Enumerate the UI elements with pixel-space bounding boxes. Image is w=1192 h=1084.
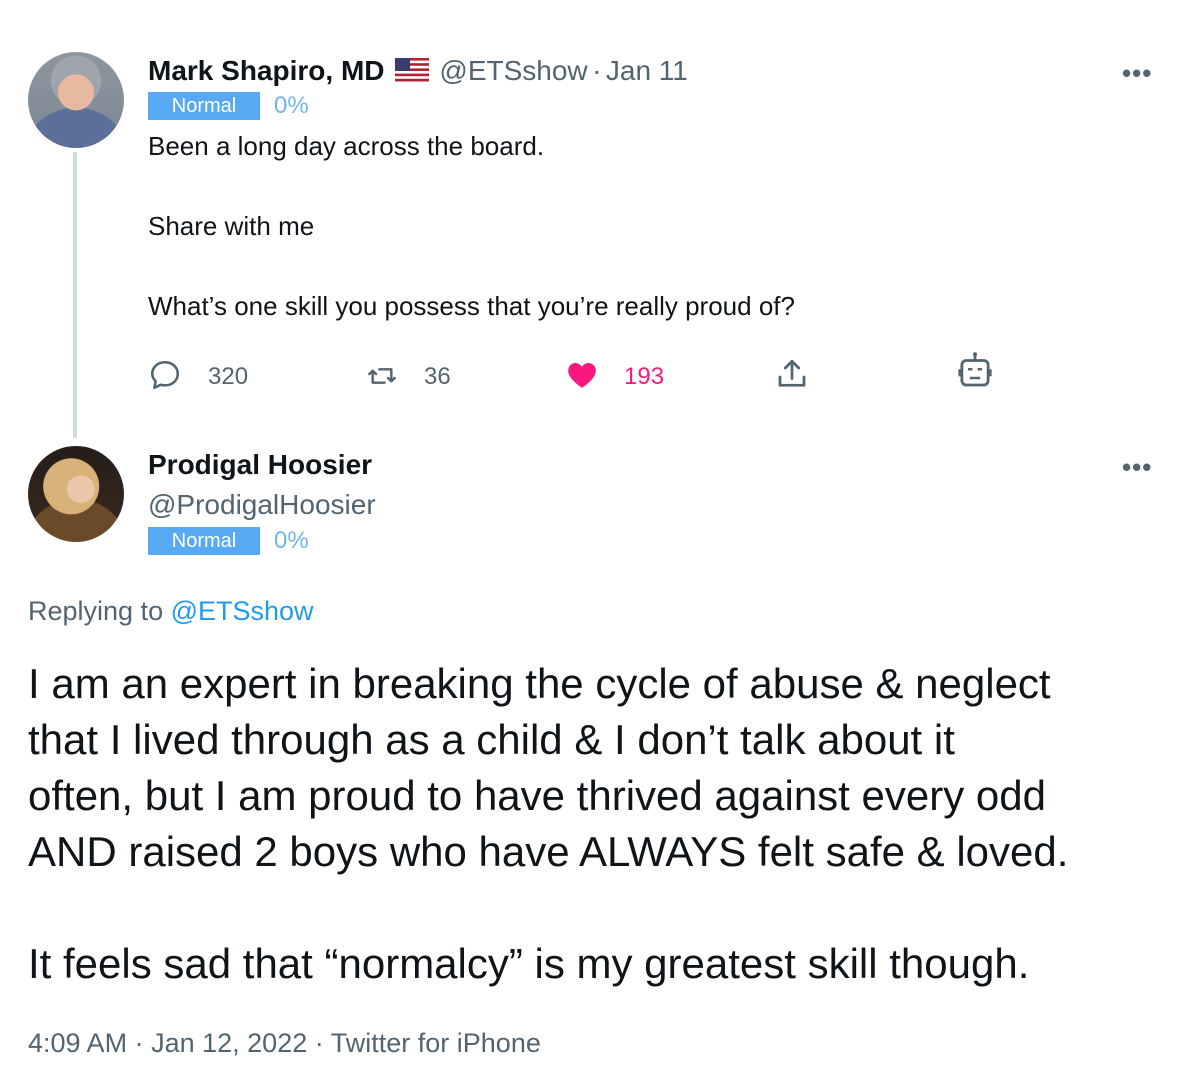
replying-prefix: Replying to <box>28 596 164 626</box>
status-badge: Normal <box>148 92 260 120</box>
more-options-icon[interactable]: ••• <box>1122 58 1152 89</box>
tweet-text-line: Been a long day across the board. <box>148 131 545 161</box>
tweet-time[interactable]: 4:09 AM <box>28 1028 127 1058</box>
tweet-date[interactable]: Jan 11 <box>606 55 688 86</box>
tweet-body-line: often, but I am proud to have thrived ag… <box>28 772 1046 819</box>
like-count: 193 <box>624 363 665 390</box>
tweet-source[interactable]: Twitter for iPhone <box>331 1028 541 1058</box>
separator-dot: · <box>314 1028 324 1058</box>
robot-button[interactable] <box>954 350 998 394</box>
thread-connector-line <box>73 152 77 438</box>
avatar[interactable] <box>28 446 124 542</box>
author-handle[interactable]: @ETSshow <box>439 55 587 86</box>
tweet-text-line: What’s one skill you possess that you’re… <box>148 291 795 321</box>
separator-dot: · <box>592 55 602 86</box>
reply-icon <box>150 360 180 390</box>
replying-to: Replying to @ETSshow <box>28 594 314 628</box>
replying-handle-link[interactable]: @ETSshow <box>171 596 314 626</box>
heart-icon <box>568 362 596 388</box>
avatar[interactable] <box>28 52 124 148</box>
like-button[interactable] <box>564 358 604 394</box>
tweet-text-line: Share with me <box>148 211 315 241</box>
more-options-icon[interactable]: ••• <box>1122 452 1152 483</box>
separator-dot: · <box>134 1028 144 1058</box>
author-name[interactable]: Prodigal Hoosier <box>148 448 372 482</box>
reply-count: 320 <box>208 363 249 390</box>
tweet-body-line: It feels sad that “normalcy” is my great… <box>28 940 1030 987</box>
share-icon <box>778 359 806 387</box>
status-badge: Normal <box>148 527 260 555</box>
tweet-body-line: I am an expert in breaking the cycle of … <box>28 660 1051 707</box>
share-button[interactable] <box>774 356 814 394</box>
percent-label: 0% <box>274 92 309 119</box>
tweet-metadata: 4:09 AM · Jan 12, 2022 · Twitter for iPh… <box>28 1026 541 1060</box>
us-flag-icon <box>394 58 429 82</box>
tweet-body-line: that I lived through as a child & I don’… <box>28 716 955 763</box>
retweet-button[interactable] <box>364 360 404 394</box>
tweet-date[interactable]: Jan 12, 2022 <box>151 1028 307 1058</box>
percent-label: 0% <box>274 527 309 554</box>
retweet-icon <box>368 368 396 384</box>
reply-button[interactable] <box>148 358 188 394</box>
author-handle[interactable]: @ProdigalHoosier <box>148 488 376 522</box>
tweet-header: Mark Shapiro, MD @ETSshow · Jan 11 <box>148 54 688 88</box>
author-name[interactable]: Mark Shapiro, MD <box>148 55 384 86</box>
tweet-body-line: AND raised 2 boys who have ALWAYS felt s… <box>28 828 1069 875</box>
retweet-count: 36 <box>424 363 451 390</box>
robot-icon <box>958 352 992 387</box>
